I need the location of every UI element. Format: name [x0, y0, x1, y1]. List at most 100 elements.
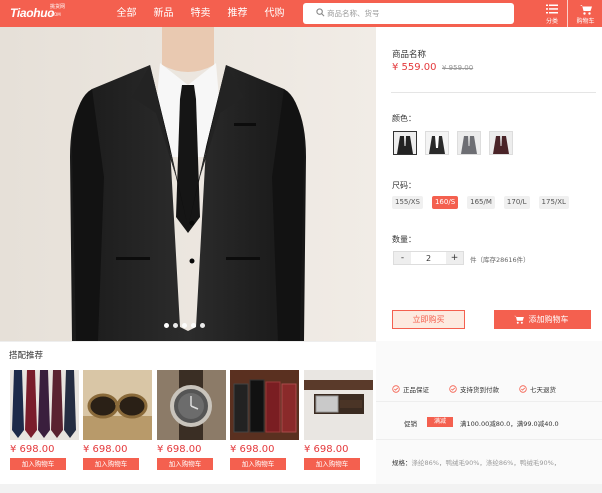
color-swatch-white[interactable] — [425, 131, 449, 155]
category-button[interactable]: 分类 — [538, 0, 566, 27]
check-circle-icon — [519, 385, 527, 393]
logo-domain: .COM — [50, 12, 61, 17]
recommend-item: ¥ 698.00 加入购物车 — [157, 370, 226, 470]
spec-row: 规格：涤纶86%，鸭绒毛90%，涤纶86%，鸭绒毛90%， — [392, 457, 560, 467]
recommend-item: ¥ 698.00 加入购物车 — [10, 370, 79, 470]
list-icon — [546, 4, 558, 14]
cart-icon — [514, 315, 524, 324]
ties-thumbnail[interactable] — [10, 370, 79, 440]
promo-label: 促销 — [404, 420, 417, 428]
sunglasses-thumbnail[interactable] — [83, 370, 152, 440]
watch-thumbnail[interactable] — [157, 370, 226, 440]
section-divider — [0, 341, 376, 342]
nav-item-new[interactable]: 新品 — [145, 0, 182, 27]
logo-text: Tiaohuo — [10, 6, 55, 20]
promo-badge: 满减 — [427, 417, 453, 427]
guarantee-list: 正品保证 支持货到付款 七天退货 — [392, 384, 556, 394]
guarantee-label: 正品保证 — [403, 386, 429, 394]
item-price: ¥ 698.00 — [83, 444, 128, 455]
add-to-cart-button[interactable]: 加入购物车 — [83, 458, 139, 470]
promo-text: 满100.00减80.0，满99.0减40.0 — [460, 420, 559, 428]
recommend-item: ¥ 698.00 加入购物车 — [83, 370, 152, 470]
carousel-dot[interactable] — [173, 323, 178, 328]
search-icon — [316, 8, 325, 17]
color-swatch-grey[interactable] — [457, 131, 481, 155]
nav-item-recommend[interactable]: 推荐 — [219, 0, 256, 27]
divider — [391, 92, 596, 93]
stock-info: 件（库存28616件） — [470, 256, 530, 264]
belt-thumbnail[interactable] — [304, 370, 373, 440]
product-name: 商品名称 — [392, 50, 427, 60]
main-nav: 全部 新品 特卖 推荐 代购 — [108, 0, 293, 27]
search-input[interactable] — [327, 6, 507, 21]
category-label: 分类 — [545, 18, 558, 25]
quantity-label: 数量： — [392, 235, 416, 244]
size-option[interactable]: 155/XS — [392, 196, 423, 209]
check-circle-icon — [449, 385, 457, 393]
check-circle-icon — [392, 385, 400, 393]
size-option[interactable]: 165/M — [467, 196, 495, 209]
guarantee-item: 七天退货 — [519, 384, 556, 394]
service-info-panel: 正品保证 支持货到付款 七天退货 促销 满减 满100.00减80.0，满99.… — [376, 341, 602, 493]
add-to-cart-button[interactable]: 加入购物车 — [230, 458, 286, 470]
logo-sub: 挑货网 — [50, 4, 66, 10]
carousel-dots — [164, 323, 205, 328]
search-box[interactable] — [303, 3, 514, 24]
item-price: ¥ 698.00 — [10, 444, 55, 455]
guarantee-label: 七天退货 — [530, 386, 556, 394]
guarantee-item: 正品保证 — [392, 384, 429, 394]
original-price: ¥ 959.00 — [442, 64, 474, 72]
increase-button[interactable]: + — [446, 252, 463, 264]
nav-item-purchase[interactable]: 代购 — [256, 0, 293, 27]
spec-label: 规格： — [392, 459, 412, 467]
nav-item-sale[interactable]: 特卖 — [182, 0, 219, 27]
add-to-cart-button[interactable]: 加入购物车 — [304, 458, 360, 470]
header-divider — [567, 0, 568, 27]
cart-button[interactable]: 购物车 — [569, 0, 602, 27]
add-to-cart-button[interactable]: 加入购物车 — [157, 458, 213, 470]
recommend-title: 搭配推荐 — [9, 351, 44, 361]
product-detail-panel: 商品名称 ¥ 559.00 ¥ 959.00 颜色： 尺码： 155/XS 16… — [376, 27, 602, 341]
guarantee-label: 支持货到付款 — [460, 386, 499, 394]
decrease-button[interactable]: - — [394, 252, 411, 264]
cart-label: 购物车 — [576, 18, 595, 25]
add-to-cart-button[interactable]: 添加购物车 — [494, 310, 591, 329]
carousel-dot[interactable] — [182, 323, 187, 328]
color-options — [393, 131, 513, 155]
wallets-thumbnail[interactable] — [230, 370, 299, 440]
buy-now-button[interactable]: 立即购买 — [392, 310, 465, 329]
size-option-selected[interactable]: 160/S — [431, 196, 459, 209]
size-options: 155/XS 160/S 165/M 170/L 175/XL — [392, 196, 569, 209]
color-swatch-black[interactable] — [393, 131, 417, 155]
color-swatch-burgundy[interactable] — [489, 131, 513, 155]
add-to-cart-button[interactable]: 加入购物车 — [10, 458, 66, 470]
recommend-item: ¥ 698.00 加入购物车 — [304, 370, 373, 470]
item-price: ¥ 698.00 — [304, 444, 349, 455]
top-header: Tiaohuo 挑货网 .COM 全部 新品 特卖 推荐 代购 分类 购物车 — [0, 0, 602, 27]
nav-item-all[interactable]: 全部 — [108, 0, 145, 27]
quantity-stepper: - + — [393, 251, 464, 265]
carousel-dot[interactable] — [191, 323, 196, 328]
item-price: ¥ 698.00 — [157, 444, 202, 455]
add-to-cart-label: 添加购物车 — [528, 315, 569, 324]
recommend-list: ¥ 698.00 加入购物车 ¥ 698.00 加入购物车 ¥ 698.00 加… — [10, 370, 376, 480]
color-label: 颜色： — [392, 114, 416, 123]
guarantee-item: 支持货到付款 — [449, 384, 499, 394]
divider — [376, 439, 602, 440]
quantity-input[interactable] — [411, 252, 446, 264]
size-label: 尺码： — [392, 181, 416, 190]
product-price: ¥ 559.00 — [392, 62, 437, 73]
carousel-dot[interactable] — [200, 323, 205, 328]
site-logo[interactable]: Tiaohuo 挑货网 .COM — [10, 4, 68, 22]
divider — [376, 401, 602, 402]
page-bottom-strip — [0, 484, 602, 493]
carousel-dot[interactable] — [164, 323, 169, 328]
cart-icon — [580, 5, 592, 15]
suit-model-image — [0, 27, 376, 341]
size-option[interactable]: 170/L — [503, 196, 530, 209]
item-price: ¥ 698.00 — [230, 444, 275, 455]
recommend-item: ¥ 698.00 加入购物车 — [230, 370, 299, 470]
spec-value: 涤纶86%，鸭绒毛90%，涤纶86%，鸭绒毛90%， — [411, 459, 561, 467]
size-option[interactable]: 175/XL — [538, 196, 569, 209]
product-image[interactable] — [0, 27, 376, 341]
